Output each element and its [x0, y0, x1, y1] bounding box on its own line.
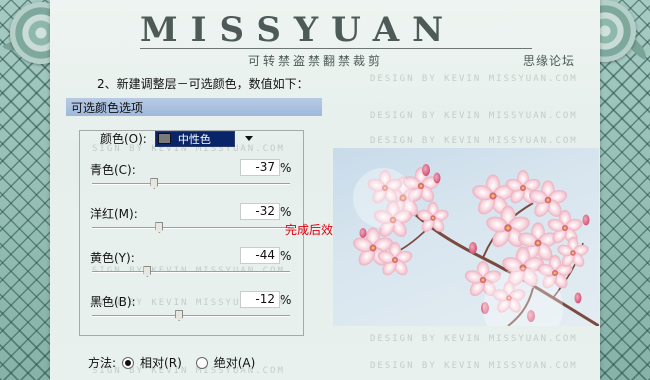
cyan-slider-row: 青色(C): -37 %	[90, 159, 295, 201]
relative-radio[interactable]	[122, 356, 135, 369]
relative-radio-label[interactable]: 相对(R)	[140, 354, 182, 371]
watermark: DESIGN BY KEVIN MISSYUAN.COM	[370, 74, 578, 84]
percent-unit: %	[280, 293, 292, 307]
magenta-slider-row: 洋红(M): -32 %	[90, 203, 295, 245]
brand-title: MISSYUAN	[140, 10, 457, 50]
percent-unit: %	[280, 161, 292, 175]
slider-track[interactable]	[92, 183, 290, 185]
colors-dropdown-value: 中性色	[177, 132, 211, 146]
black-value-input[interactable]: -12	[240, 291, 280, 308]
cyan-value-input[interactable]: -37	[240, 159, 280, 176]
colors-row: 颜色(O): 中性色	[100, 130, 253, 147]
watermark: DESIGN BY KEVIN MISSYUAN.COM	[370, 361, 578, 371]
step-instruction: 2、新建调整层－可选颜色，数值如下：	[97, 77, 309, 91]
percent-unit: %	[280, 249, 292, 263]
percent-unit: %	[280, 205, 292, 219]
dialog-title-bar: 可选颜色选项	[66, 98, 322, 116]
slider-track[interactable]	[92, 227, 290, 229]
black-slider-row: 黑色(B): -12 %	[90, 291, 295, 333]
slider-track[interactable]	[92, 271, 290, 273]
method-row: 方法: 相对(R) 绝对(A)	[88, 354, 255, 371]
slider-thumb[interactable]	[143, 266, 152, 277]
copyright-subtitle: 可转禁盗禁翻禁裁剪	[248, 54, 384, 68]
magenta-value-input[interactable]: -32	[240, 203, 280, 220]
slider-thumb[interactable]	[150, 178, 159, 189]
slider-track[interactable]	[92, 315, 290, 317]
yellow-slider-row: 黄色(Y): -44 %	[90, 247, 295, 289]
slider-label: 青色(C):	[90, 163, 136, 177]
result-photo	[333, 148, 599, 326]
brand-underline	[140, 48, 532, 49]
watermark: DESIGN BY KEVIN MISSYUAN.COM	[370, 334, 578, 344]
absolute-radio-label[interactable]: 绝对(A)	[214, 354, 256, 371]
colors-label: 颜色(O):	[100, 132, 147, 146]
absolute-radio[interactable]	[195, 356, 208, 369]
yellow-value-input[interactable]: -44	[240, 247, 280, 264]
slider-thumb[interactable]	[155, 222, 164, 233]
bokeh-light	[353, 168, 413, 228]
slider-label: 黄色(Y):	[90, 251, 135, 265]
method-label: 方法:	[88, 356, 117, 370]
watermark: DESIGN BY KEVIN MISSYUAN.COM	[370, 111, 578, 121]
slider-label: 黑色(B):	[90, 295, 136, 309]
slider-thumb[interactable]	[175, 310, 184, 321]
colors-dropdown[interactable]: 中性色	[154, 130, 235, 147]
chevron-down-icon[interactable]	[244, 136, 253, 141]
watermark: DESIGN BY KEVIN MISSYUAN.COM	[370, 136, 578, 146]
forum-name: 思缘论坛	[523, 54, 576, 68]
neutral-swatch-icon	[157, 133, 171, 144]
slider-label: 洋红(M):	[90, 207, 138, 221]
